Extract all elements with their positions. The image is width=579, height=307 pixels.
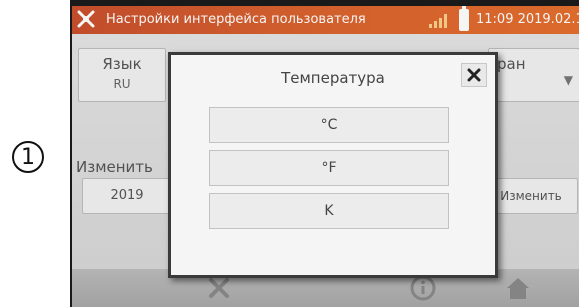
kelvin-option[interactable]: K (209, 193, 449, 229)
step-number-callout: 1 (12, 141, 44, 173)
temperature-dialog: Температура °C °F K (168, 52, 498, 278)
close-icon (467, 68, 481, 82)
celsius-option[interactable]: °C (209, 107, 449, 143)
dialog-title: Температура (281, 69, 385, 87)
fahrenheit-option[interactable]: °F (209, 150, 449, 186)
device-frame: Настройки интерфейса пользователя 11:09 … (70, 0, 579, 307)
device-screen: Настройки интерфейса пользователя 11:09 … (72, 6, 579, 307)
close-button[interactable] (461, 63, 487, 87)
